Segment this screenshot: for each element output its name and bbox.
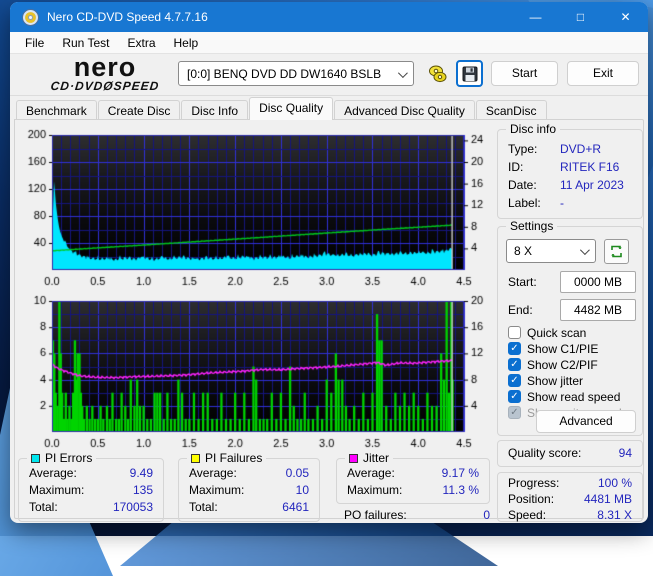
menu-help[interactable]: Help <box>165 34 208 52</box>
position-value: 4481 MB <box>583 492 632 506</box>
settings-title: Settings <box>506 219 558 233</box>
scan-speed-select[interactable]: 8 X <box>506 239 596 263</box>
tab-strip: Benchmark Create Disc Disc Info Disc Qua… <box>16 97 548 120</box>
maximize-button[interactable]: □ <box>558 2 603 32</box>
end-mb-label: End: <box>508 303 533 317</box>
po-failures-label: PO failures: <box>344 508 407 522</box>
chevron-down-icon <box>579 245 590 256</box>
show-read-speed-checkbox[interactable]: Show read speed <box>508 389 620 404</box>
pi-failures-total: 6461 <box>282 500 309 514</box>
jitter-legend-swatch <box>349 453 358 463</box>
disc-info-group: Disc info Type: DVD+R ID: RITEK F16 Date: 1… <box>497 122 643 219</box>
disc-label-label: Label: <box>508 196 541 210</box>
menu-file[interactable]: File <box>16 34 53 52</box>
close-button[interactable]: ✕ <box>603 2 648 32</box>
window-title: Nero CD-DVD Speed 4.7.7.16 <box>47 10 208 24</box>
menu-bar: File Run Test Extra Help <box>10 32 648 54</box>
save-results-button[interactable] <box>456 60 483 87</box>
pi-errors-maximum: 135 <box>132 483 153 497</box>
end-mb-input[interactable]: 4482 MB <box>560 299 636 321</box>
disc-id-label: ID: <box>508 160 524 174</box>
po-failures-value: 0 <box>483 508 490 522</box>
pi-failures-legend-swatch <box>191 453 200 463</box>
disc-date-label: Date: <box>508 178 537 192</box>
pi-failures-average: 0.05 <box>285 466 309 480</box>
disc-type-label: Type: <box>508 142 538 156</box>
quick-scan-checkbox[interactable]: Quick scan <box>508 325 586 340</box>
title-bar[interactable]: Nero CD-DVD Speed 4.7.7.16 — □ ✕ <box>10 2 648 32</box>
po-failures-row: PO failures: 0 <box>344 508 490 522</box>
pi-errors-title: PI Errors <box>45 451 93 465</box>
disc-date-value: 11 Apr 2023 <box>560 178 624 192</box>
minimize-button[interactable]: — <box>513 2 558 32</box>
drive-tools-button[interactable] <box>424 60 451 87</box>
pi-errors-average: 9.49 <box>129 466 153 480</box>
quality-score-value: 94 <box>618 446 632 460</box>
hand-disc-icon <box>428 65 446 82</box>
refresh-speeds-button[interactable] <box>604 239 629 264</box>
disc-label-value: - <box>560 196 564 210</box>
show-c2-pif-checkbox[interactable]: Show C2/PIF <box>508 357 598 372</box>
pi-errors-legend-swatch <box>31 453 40 463</box>
toolbar: nero CD·DVDØSPEED [0:0] BENQ DVD DD DW16… <box>10 54 648 96</box>
jitter-group: Jitter Average: 9.17 % Maximum: 11.3 % <box>336 451 490 504</box>
tab-advanced-disc-quality[interactable]: Advanced Disc Quality <box>334 100 475 120</box>
disc-info-title: Disc info <box>506 122 561 136</box>
pi-errors-group: PI Errors Average: 9.49 Maximum: 135 Total… <box>18 451 164 522</box>
exit-button[interactable]: Exit <box>567 61 639 86</box>
start-button[interactable]: Start <box>491 61 558 86</box>
pi-errors-total: 170053 <box>112 500 153 514</box>
disc-id-value: RITEK F16 <box>560 160 620 174</box>
app-icon <box>22 8 39 26</box>
chevron-down-icon <box>397 68 408 79</box>
refresh-icon <box>611 245 622 258</box>
speed-value: 8.31 X <box>597 508 632 522</box>
show-jitter-checkbox[interactable]: Show jitter <box>508 373 583 388</box>
pi-errors-chart <box>16 128 492 292</box>
disc-type-value: DVD+R <box>560 142 602 156</box>
tab-disc-quality[interactable]: Disc Quality <box>249 97 334 120</box>
jitter-average: 9.17 % <box>441 466 479 480</box>
progress-label: Progress: <box>508 476 560 490</box>
pi-failures-title: PI Failures <box>205 451 263 465</box>
start-mb-label: Start: <box>508 275 537 289</box>
progress-box: Progress: 100 % Position: 4481 MB Speed: 8.… <box>497 472 643 522</box>
advanced-button[interactable]: Advanced <box>536 410 636 433</box>
menu-extra[interactable]: Extra <box>118 34 164 52</box>
quality-score-label: Quality score: <box>508 446 582 460</box>
app-window: Nero CD-DVD Speed 4.7.7.16 — □ ✕ File Ru… <box>10 2 648 523</box>
nero-logo: nero CD·DVDØSPEED <box>49 52 161 94</box>
pi-failures-group: PI Failures Average: 0.05 Maximum: 10 Tota… <box>178 451 320 522</box>
position-label: Position: <box>508 492 555 506</box>
progress-value: 100 % <box>597 476 632 490</box>
jitter-title: Jitter <box>363 451 390 465</box>
settings-group: Settings 8 X Start: 0000 MB End: 4482 MB… <box>497 219 643 436</box>
pi-failures-chart <box>16 294 492 454</box>
drive-select[interactable]: [0:0] BENQ DVD DD DW1640 BSLB <box>178 61 414 86</box>
tab-disc-info[interactable]: Disc Info <box>181 100 249 120</box>
speed-label: Speed: <box>508 508 547 522</box>
start-mb-input[interactable]: 0000 MB <box>560 271 636 293</box>
tab-scandisc[interactable]: ScanDisc <box>475 100 547 120</box>
save-icon <box>462 66 477 81</box>
menu-run-test[interactable]: Run Test <box>53 34 118 52</box>
show-c1-pie-checkbox[interactable]: Show C1/PIE <box>508 341 598 356</box>
quality-score-box: Quality score: 94 <box>497 440 643 467</box>
tab-create-disc[interactable]: Create Disc <box>97 100 181 120</box>
jitter-maximum: 11.3 % <box>442 483 479 497</box>
tab-benchmark[interactable]: Benchmark <box>16 100 97 120</box>
pi-failures-maximum: 10 <box>295 483 309 497</box>
